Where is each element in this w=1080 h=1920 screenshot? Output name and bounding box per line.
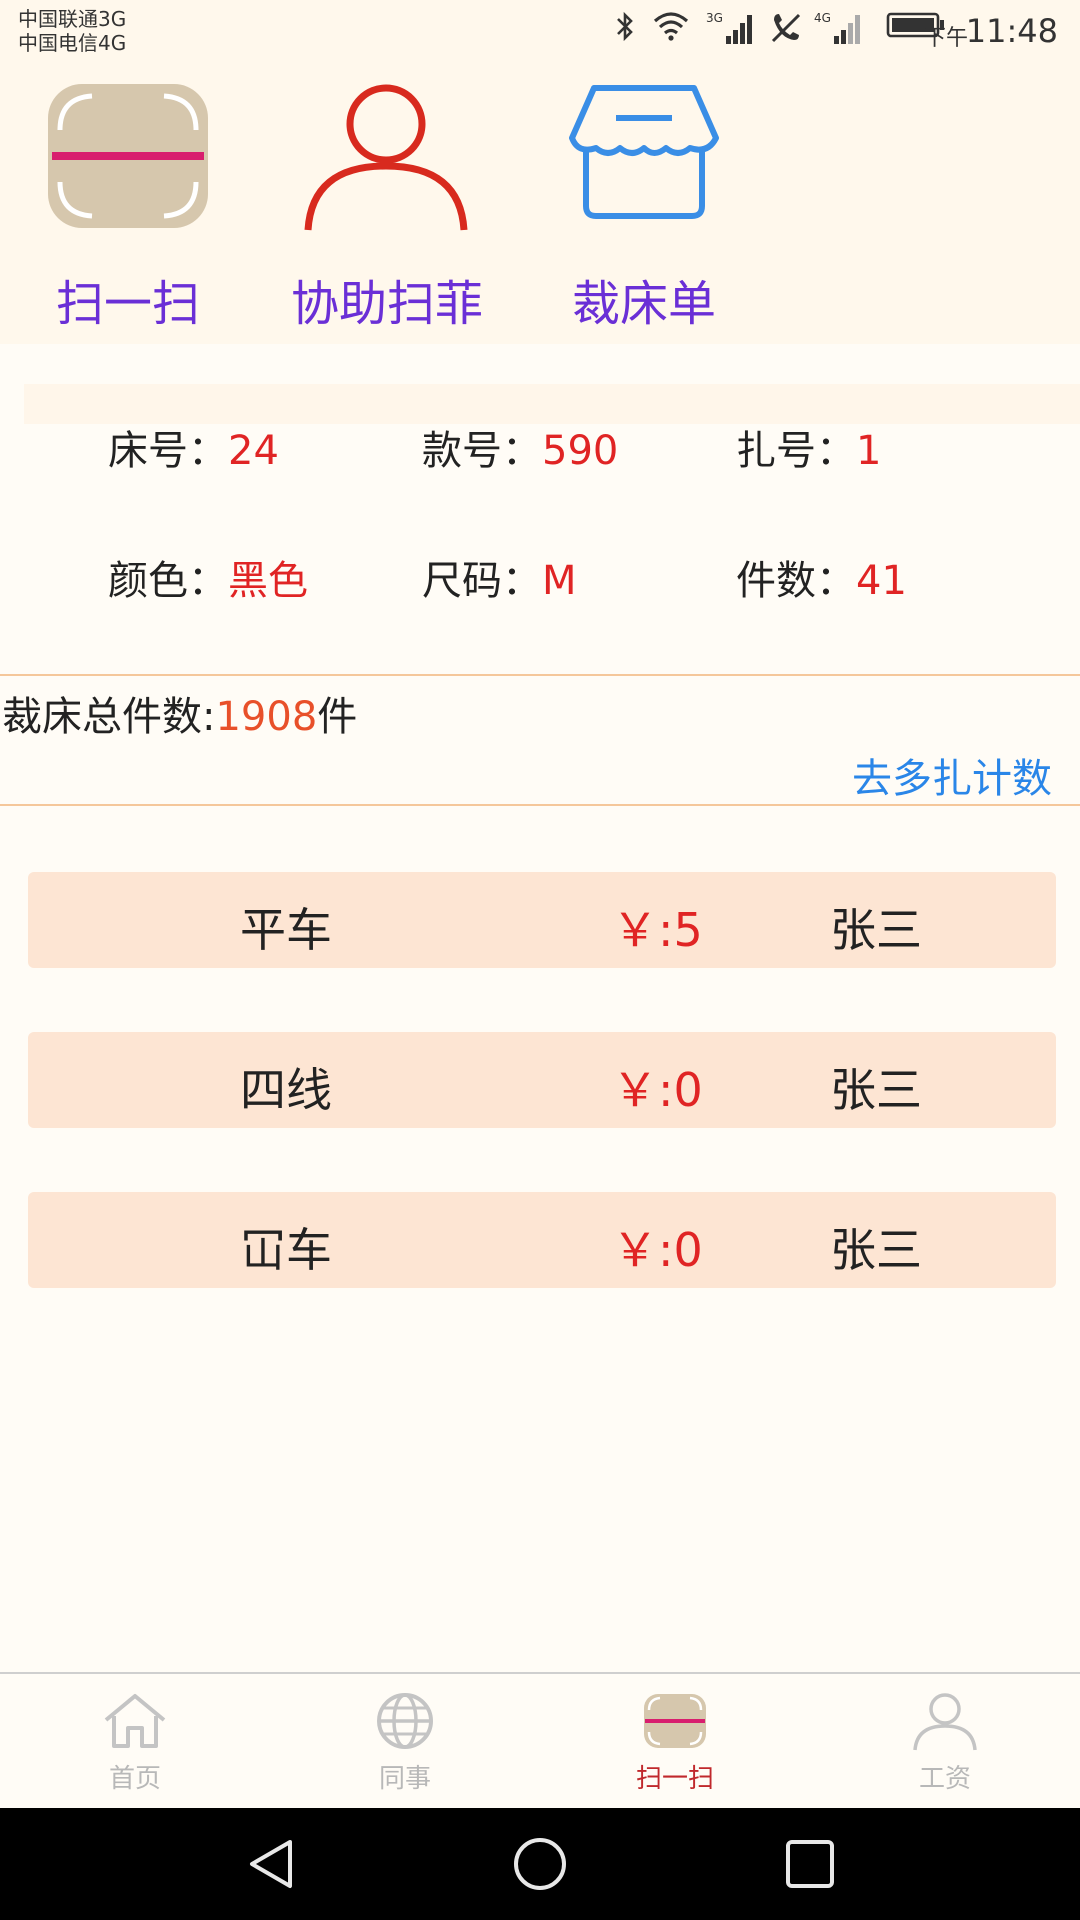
action-cutting-sheet[interactable] xyxy=(566,82,722,226)
clock: 11:48 xyxy=(965,12,1058,50)
size-value: M xyxy=(542,558,577,604)
tab-colleagues[interactable]: 同事 xyxy=(270,1674,540,1810)
person-icon xyxy=(913,1693,977,1751)
count-label: 件数： xyxy=(736,558,856,604)
info-row-2: 颜色：黑色 尺码：M 件数：41 xyxy=(0,548,1080,608)
process-name: 平车 xyxy=(240,903,332,957)
bundle-label: 扎号： xyxy=(736,428,856,474)
color-value: 黑色 xyxy=(228,558,308,604)
style-number: 款号：590 xyxy=(422,418,618,476)
tab-scan[interactable]: 扫一扫 xyxy=(540,1674,810,1810)
bluetooth-icon xyxy=(617,11,633,42)
process-worker: 张三 xyxy=(830,1063,922,1117)
recents-icon[interactable] xyxy=(782,1836,838,1892)
app-root: 中国联通3G 中国电信4G 3G 4G 下午 11:48 扫一扫 协助扫菲 裁床… xyxy=(0,0,1080,1920)
tab-home[interactable]: 首页 xyxy=(0,1674,270,1810)
multi-bundle-count-link[interactable]: 去多扎计数 xyxy=(852,746,1052,804)
back-icon[interactable] xyxy=(244,1836,300,1892)
no-call-icon xyxy=(771,13,801,43)
process-price: ￥:5 xyxy=(612,903,703,957)
process-name: 冚车 xyxy=(240,1223,332,1277)
style-value: 590 xyxy=(542,428,619,474)
action-cutting-sheet-label[interactable]: 裁床单 xyxy=(572,264,716,334)
divider-top xyxy=(0,674,1080,676)
bundle-number: 扎号：1 xyxy=(736,418,881,476)
total-pieces: 裁床总件数:1908件 xyxy=(2,684,357,742)
action-scan[interactable] xyxy=(46,82,210,234)
color-field: 颜色：黑色 xyxy=(108,548,308,606)
globe-icon xyxy=(377,1693,433,1749)
scan-icon xyxy=(48,84,208,228)
bundle-value: 1 xyxy=(856,428,882,474)
count-value: 41 xyxy=(856,558,907,604)
net-1-label: 3G xyxy=(706,11,723,25)
net-2-label: 4G xyxy=(814,11,831,25)
process-worker: 张三 xyxy=(830,1223,922,1277)
system-nav-bar xyxy=(0,1808,1080,1920)
size-label: 尺码： xyxy=(422,558,542,604)
action-assist-scan-label[interactable]: 协助扫菲 xyxy=(291,264,483,334)
home-icon xyxy=(104,1694,166,1748)
process-row[interactable]: 冚车 ￥:0 张三 xyxy=(28,1192,1056,1288)
total-unit: 件 xyxy=(317,694,358,740)
tab-scan-label: 扫一扫 xyxy=(635,1764,714,1794)
process-name: 四线 xyxy=(240,1063,332,1117)
action-assist-scan[interactable] xyxy=(302,82,470,236)
style-label: 款号： xyxy=(422,428,542,474)
bed-value: 24 xyxy=(228,428,279,474)
time-prefix: 下午 xyxy=(923,26,968,51)
size-field: 尺码：M xyxy=(422,548,577,606)
process-price: ￥:0 xyxy=(612,1063,703,1117)
action-scan-label[interactable]: 扫一扫 xyxy=(56,264,200,334)
status-bar: 中国联通3G 中国电信4G 3G 4G 下午 11:48 xyxy=(0,0,1080,64)
signal-4g-icon: 4G xyxy=(814,11,860,44)
bottom-tab-bar: 首页 同事 扫一扫 工资 xyxy=(0,1672,1080,1810)
process-row[interactable]: 平车 ￥:5 张三 xyxy=(28,872,1056,968)
home-circle-icon[interactable] xyxy=(512,1836,568,1892)
color-label: 颜色： xyxy=(108,558,228,604)
bed-number: 床号：24 xyxy=(108,418,279,476)
tab-colleagues-label: 同事 xyxy=(378,1764,431,1794)
wifi-icon xyxy=(653,12,689,41)
total-label: 裁床总件数: xyxy=(2,694,216,740)
process-row[interactable]: 四线 ￥:0 张三 xyxy=(28,1032,1056,1128)
tab-home-label: 首页 xyxy=(108,1764,161,1794)
carrier-1: 中国联通3G xyxy=(18,7,127,31)
action-bar: 扫一扫 协助扫菲 裁床单 xyxy=(0,64,1080,344)
signal-3g-icon: 3G xyxy=(706,11,752,44)
person-icon xyxy=(304,84,468,231)
info-row-1: 床号：24 款号：590 扎号：1 xyxy=(0,418,1080,478)
piece-count-field: 件数：41 xyxy=(736,548,907,606)
divider-bottom xyxy=(0,804,1080,806)
tab-salary-label: 工资 xyxy=(918,1764,971,1794)
carrier-2: 中国电信4G xyxy=(18,31,127,55)
tab-salary[interactable]: 工资 xyxy=(810,1674,1080,1810)
process-price: ￥:0 xyxy=(612,1223,703,1277)
store-icon xyxy=(569,85,719,219)
bed-label: 床号： xyxy=(108,428,228,474)
process-worker: 张三 xyxy=(830,903,922,957)
scan-icon xyxy=(644,1694,706,1748)
total-value: 1908 xyxy=(215,694,318,740)
